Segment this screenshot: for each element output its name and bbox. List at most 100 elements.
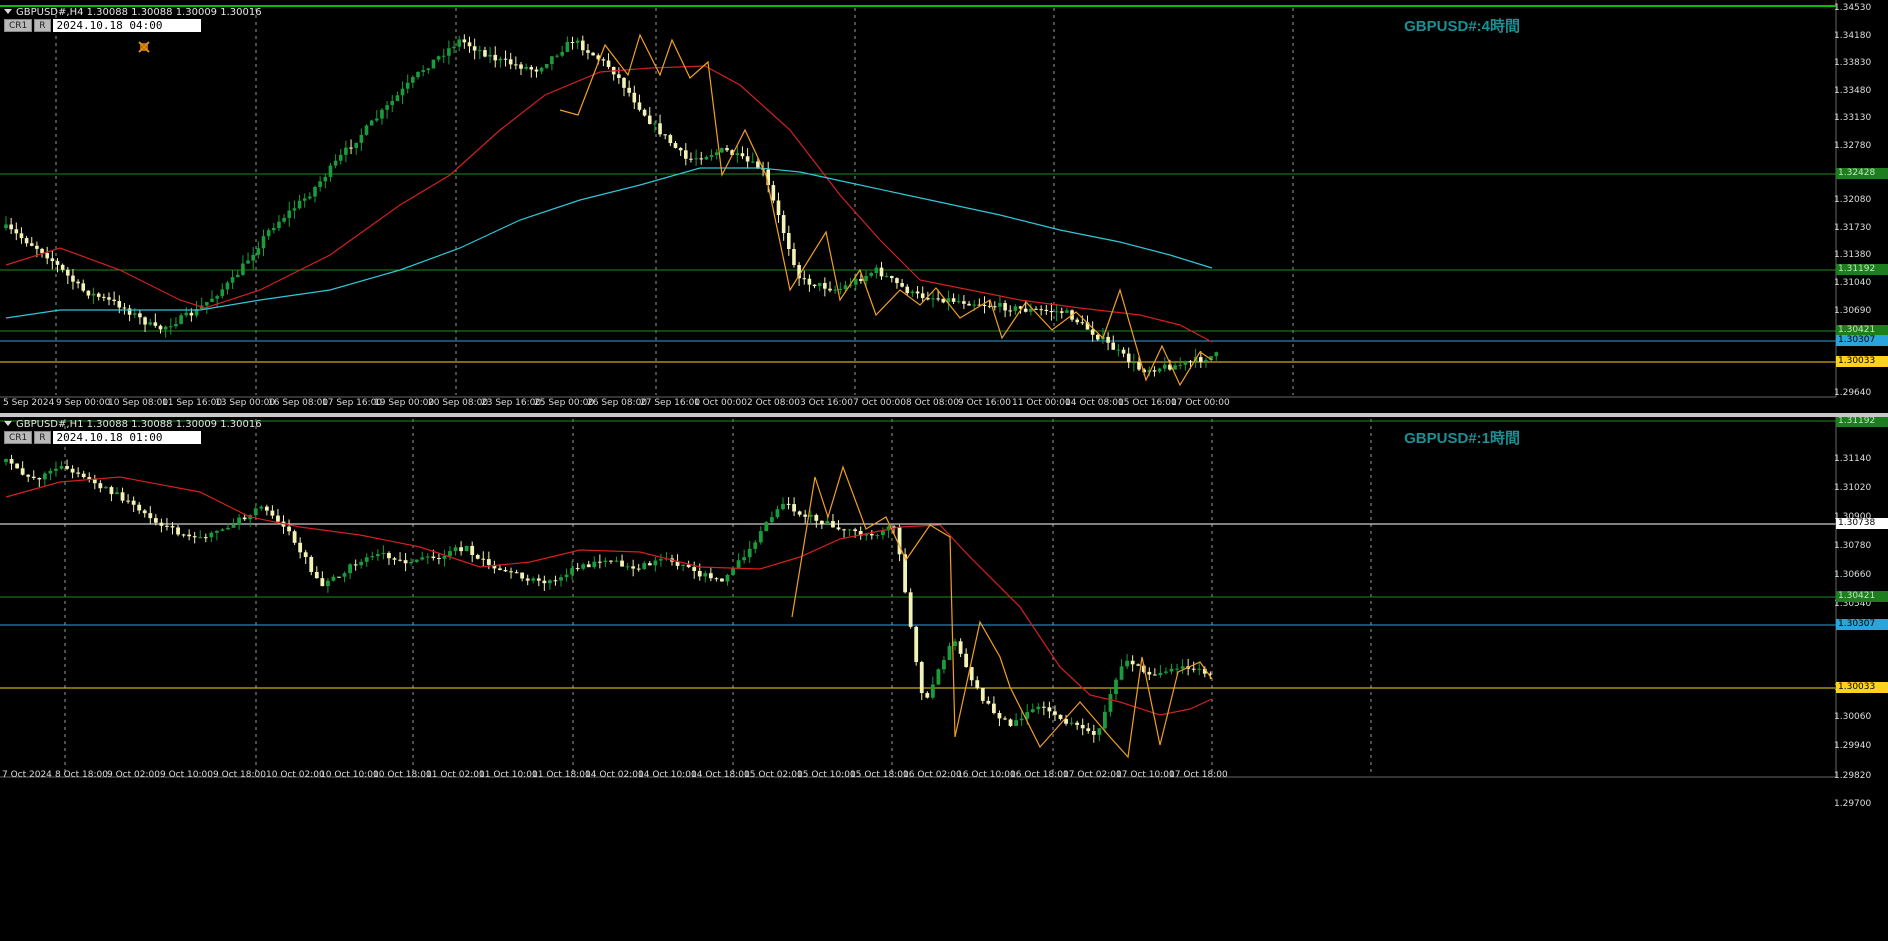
time-tick-label: 10 Sep 08:00 <box>108 398 169 408</box>
candle-body <box>895 278 899 284</box>
candle-body <box>472 46 477 51</box>
candle-body <box>925 693 930 698</box>
candle-body <box>369 120 374 126</box>
time-tick-label: 11 Oct 10:00 <box>479 770 538 780</box>
candle-body <box>132 313 137 315</box>
cr1-button[interactable]: CR1 <box>4 431 33 444</box>
candle-body <box>975 680 980 689</box>
candle-body <box>215 530 219 533</box>
candle-body <box>581 564 586 569</box>
candle-body <box>575 568 580 570</box>
candle-body <box>138 313 142 318</box>
candle-body <box>869 534 874 536</box>
candle-body <box>720 578 724 582</box>
candle-body <box>958 641 963 654</box>
candle-body <box>331 576 336 581</box>
candle-body <box>1137 362 1141 370</box>
candle-body <box>400 88 405 96</box>
candle-body <box>1130 660 1135 665</box>
candle-body <box>66 269 70 276</box>
time-tick-label: 17 Oct 02:00 <box>1063 770 1122 780</box>
candle-body <box>1053 711 1057 715</box>
candle-body <box>486 559 491 565</box>
candle-body <box>117 301 122 308</box>
candle-body <box>179 315 183 324</box>
r-button[interactable]: R <box>34 19 51 32</box>
price-tick-label: 1.33830 <box>1834 58 1872 68</box>
candle-body <box>81 283 86 291</box>
crosshair-tool-icon[interactable] <box>137 40 151 54</box>
candle-body <box>431 556 436 559</box>
candle-body <box>1039 309 1043 311</box>
candle-body <box>457 39 461 47</box>
h4-price-chart[interactable] <box>0 0 1888 413</box>
h1-date-field[interactable]: 2024.10.18 01:00 <box>52 431 201 444</box>
candle-body <box>256 248 261 255</box>
candle-body <box>104 487 108 489</box>
candle-body <box>936 669 941 685</box>
candle-body <box>714 578 719 580</box>
candle-body <box>225 282 230 290</box>
h4-chart-panel[interactable]: GBPUSD#,H4 1.30088 1.30088 1.30009 1.300… <box>0 0 1888 413</box>
candle-body <box>642 563 647 569</box>
candle-body <box>1008 719 1013 726</box>
candle-body <box>409 561 414 564</box>
candle-body <box>833 289 837 291</box>
candle-body <box>1191 668 1196 670</box>
candle-body <box>647 563 652 566</box>
candle-body <box>414 559 419 562</box>
candle-body <box>170 526 175 528</box>
candle-body <box>658 123 662 135</box>
h4-date-field[interactable]: 2024.10.18 04:00 <box>52 19 201 32</box>
candle-body <box>686 564 691 568</box>
h4-ma-slow-line <box>5 167 1213 319</box>
time-tick-label: 9 Oct 02:00 <box>107 770 160 780</box>
cr1-button[interactable]: CR1 <box>4 19 33 32</box>
candle-body <box>122 307 127 309</box>
candle-body <box>509 571 513 573</box>
candle-body <box>1125 660 1129 667</box>
candle-body <box>65 466 69 469</box>
candle-body <box>338 154 343 161</box>
candle-body <box>570 568 574 575</box>
candle-body <box>735 153 740 155</box>
candle-body <box>337 576 341 578</box>
candle-body <box>771 185 776 201</box>
candle-body <box>314 571 319 579</box>
h1-price-chart[interactable] <box>0 417 1888 941</box>
candle-body <box>1180 666 1185 669</box>
candle-body <box>48 470 53 474</box>
time-tick-label: 16 Oct 02:00 <box>903 770 962 780</box>
time-tick-label: 15 Oct 16:00 <box>1118 398 1177 408</box>
candle-body <box>879 267 884 277</box>
candle-body <box>87 477 92 480</box>
candle-body <box>987 305 992 307</box>
collapse-triangle-icon[interactable] <box>4 421 12 426</box>
candle-body <box>70 468 75 473</box>
candle-body <box>292 208 297 211</box>
candle-body <box>503 58 508 60</box>
candle-body <box>1003 718 1007 720</box>
r-button[interactable]: R <box>34 431 51 444</box>
candle-body <box>176 527 180 535</box>
candle-body <box>453 547 458 552</box>
candle-body <box>514 64 518 66</box>
candle-body <box>50 258 55 262</box>
time-tick-label: 10 Oct 02:00 <box>266 770 325 780</box>
candle-body <box>668 135 673 144</box>
candle-body <box>447 48 451 56</box>
candle-body <box>298 542 303 553</box>
h1-chart-panel[interactable]: GBPUSD#,H1 1.30088 1.30088 1.30009 1.300… <box>0 417 1888 941</box>
candle-body <box>659 559 663 561</box>
price-tick-label: 1.30060 <box>1834 712 1872 722</box>
candle-body <box>1049 311 1054 313</box>
collapse-triangle-icon[interactable] <box>4 9 12 14</box>
candle-body <box>548 580 552 584</box>
candle-body <box>189 312 194 316</box>
candle-body <box>55 261 60 265</box>
candle-body <box>980 688 985 701</box>
candle-body <box>467 42 472 47</box>
candle-body <box>403 560 408 564</box>
candle-body <box>781 215 786 234</box>
candle-body <box>272 228 276 231</box>
